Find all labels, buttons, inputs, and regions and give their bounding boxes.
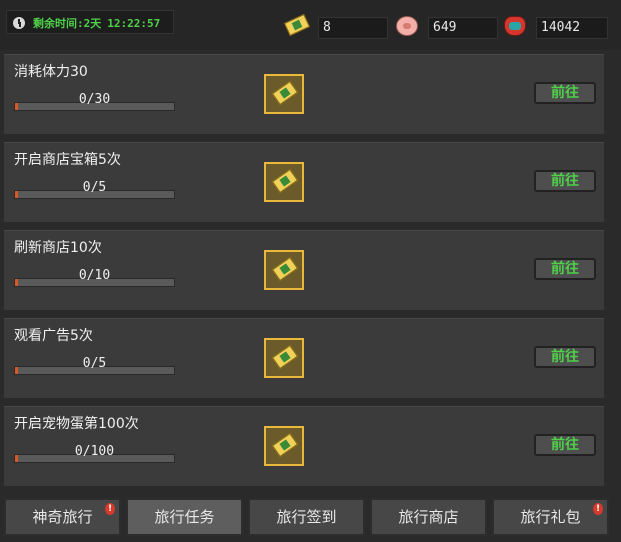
progress-text: 0/10 (78, 268, 111, 283)
task-row: 开启宠物蛋第100次 0/100 前往 (4, 406, 604, 486)
task-title: 开启商店宝箱5次 (14, 152, 121, 168)
go-button[interactable]: 前往 (534, 170, 596, 192)
tab-label: 神奇旅行 (32, 508, 93, 526)
go-button[interactable]: 前往 (534, 346, 596, 368)
go-button[interactable]: 前往 (534, 258, 596, 280)
task-row: 消耗体力30 0/30 前往 (4, 54, 604, 134)
task-title: 开启宠物蛋第100次 (14, 416, 139, 432)
task-title: 刷新商店10次 (14, 240, 102, 256)
alert-badge: ! (593, 503, 603, 515)
bag-coin-count: 14042 (536, 17, 608, 39)
task-row: 观看广告5次 0/5 前往 (4, 318, 604, 398)
top-bar: 剩余时间:2天 12:22:57 8 649 14042 (0, 0, 621, 50)
reward-ticket-icon (264, 162, 304, 202)
progress-text: 0/5 (82, 180, 107, 195)
tab-travel-tasks[interactable]: 旅行任务 (126, 498, 243, 536)
bag-coin-counter: 14042 (502, 14, 608, 40)
progress-text: 0/100 (74, 444, 115, 459)
timer-label: 剩余时间:2天 (33, 17, 102, 30)
reward-ticket-icon (264, 426, 304, 466)
pig-coin-counter: 649 (394, 14, 498, 40)
ticket-count: 8 (318, 17, 388, 39)
ticket-icon (284, 14, 312, 38)
countdown-timer: 剩余时间:2天 12:22:57 (6, 10, 174, 34)
tab-travel-signin[interactable]: 旅行签到 (248, 498, 365, 536)
reward-ticket-icon (264, 338, 304, 378)
tab-label: 旅行签到 (276, 508, 337, 526)
tab-label: 旅行礼包 (520, 508, 581, 526)
task-row: 开启商店宝箱5次 0/5 前往 (4, 142, 604, 222)
go-button[interactable]: 前往 (534, 82, 596, 104)
alert-badge: ! (105, 503, 115, 515)
progress-text: 0/30 (78, 92, 111, 107)
clock-icon (13, 17, 25, 29)
progress-text: 0/5 (82, 356, 107, 371)
go-button[interactable]: 前往 (534, 434, 596, 456)
task-row: 刷新商店10次 0/10 前往 (4, 230, 604, 310)
tab-magic-travel[interactable]: 神奇旅行 ! (4, 498, 121, 536)
timer-value: 12:22:57 (107, 17, 161, 30)
tab-travel-shop[interactable]: 旅行商店 (370, 498, 487, 536)
pig-coin-icon (394, 14, 422, 38)
tab-travel-gift[interactable]: 旅行礼包 ! (492, 498, 609, 536)
money-bag-icon (502, 14, 530, 38)
bottom-tab-bar: 神奇旅行 ! 旅行任务 旅行签到 旅行商店 旅行礼包 ! (0, 494, 621, 542)
pig-coin-count: 649 (428, 17, 498, 39)
reward-ticket-icon (264, 250, 304, 290)
task-title: 消耗体力30 (14, 64, 88, 80)
ticket-counter: 8 (284, 14, 388, 40)
reward-ticket-icon (264, 74, 304, 114)
task-title: 观看广告5次 (14, 328, 93, 344)
tab-label: 旅行任务 (154, 508, 215, 526)
tab-label: 旅行商店 (398, 508, 459, 526)
